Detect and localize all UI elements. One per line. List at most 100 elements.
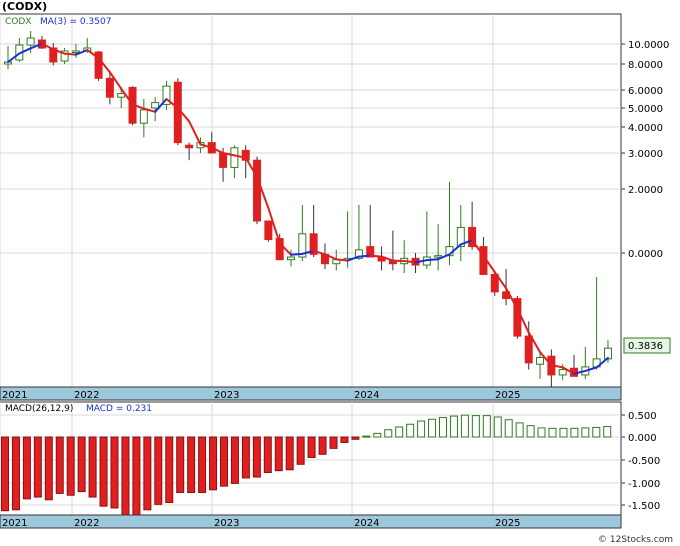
macd-bar: [384, 429, 393, 438]
last-price-label: 0.3836: [628, 341, 663, 352]
macd-bar: [581, 427, 590, 438]
ma-segment: [369, 254, 383, 258]
macd-bar: [329, 436, 338, 449]
macd-y-tick-label: 0.000: [628, 433, 657, 444]
macd-bar: [110, 436, 119, 509]
macd-bar: [88, 436, 97, 498]
ma-segment: [290, 252, 304, 256]
price-y-tick-label: 6.0000: [628, 86, 663, 97]
candle-body: [264, 220, 273, 241]
macd-bar: [1, 436, 9, 512]
macd-bar: [132, 436, 141, 517]
macd-bar: [44, 436, 53, 501]
macd-bar: [537, 427, 546, 438]
macd-bar: [154, 436, 163, 505]
date-tick-label: 2021: [2, 390, 27, 401]
price-y-tick-label: 8.0000: [628, 60, 663, 71]
macd-bar: [439, 416, 447, 438]
macd-bar: [504, 419, 513, 438]
macd-bar: [460, 414, 469, 438]
macd-bar: [526, 425, 535, 438]
macd-bar: [176, 436, 185, 494]
macd-bar: [428, 418, 437, 438]
macd-bar: [493, 416, 502, 438]
candle-body: [434, 255, 443, 258]
date-tick-label: 2023: [214, 518, 239, 529]
date-tick-label: 2022: [74, 518, 99, 529]
date-tick-label: 2025: [495, 390, 520, 401]
macd-bar: [362, 435, 371, 438]
ma-segment: [425, 258, 440, 262]
macd-bar: [285, 436, 294, 471]
date-tick-label: 2022: [74, 390, 99, 401]
macd-bar: [187, 436, 196, 494]
macd-bar: [11, 436, 20, 511]
macd-bar: [373, 432, 382, 438]
macd-bar: [548, 427, 557, 438]
ma-segment: [357, 254, 372, 258]
candle-body: [253, 159, 262, 222]
candle-body: [536, 357, 545, 365]
macd-bar: [351, 436, 360, 440]
macd-y-tick-label: 0.500: [628, 411, 657, 422]
macd-bar: [340, 436, 349, 443]
date-tick-label: 2024: [354, 390, 379, 401]
candle-body: [558, 369, 567, 376]
macd-bar: [252, 436, 261, 478]
macd-bar: [77, 436, 86, 493]
price-y-tick-label: 3.0000: [628, 149, 663, 160]
price-y-tick-label: 0.0000: [628, 249, 663, 260]
macd-bar: [241, 436, 250, 479]
macd-bar: [66, 436, 75, 496]
price-y-tick-label: 4.0000: [628, 123, 663, 134]
macd-bar: [570, 427, 579, 438]
macd-axis: 0.500 0.000 -0.500 -1.000 -1.500: [621, 411, 660, 512]
macd-bar: [307, 436, 316, 458]
macd-y-tick-label: -0.500: [628, 456, 660, 467]
candle-body: [105, 77, 114, 98]
macd-bar: [318, 436, 327, 455]
macd-bar: [471, 415, 480, 438]
macd-bar: [296, 436, 305, 465]
candle-body: [185, 144, 194, 149]
ma-segment: [403, 260, 417, 264]
chart-title: (CODX): [2, 0, 47, 13]
macd-bar: [406, 423, 415, 438]
candle-body: [117, 93, 126, 98]
macd-bar: [482, 415, 491, 438]
candle-body: [219, 152, 228, 168]
ticker-label: CODX: [5, 17, 31, 27]
macd-bar: [449, 415, 458, 438]
macd-value-label: MACD = 0.231: [86, 404, 152, 414]
macd-bar: [143, 436, 152, 511]
macd-bar: [198, 436, 207, 494]
candle-body: [139, 109, 148, 124]
stock-chart: 2021 2022 2023 2024 2025 10.0000 8.0000 6.0000…: [0, 0, 673, 545]
macd-bar: [592, 426, 601, 438]
candle-body: [287, 256, 295, 261]
macd-bar: [165, 436, 174, 504]
candle-body: [151, 102, 160, 109]
date-tick-label: 2021: [2, 518, 27, 529]
macd-bar: [230, 436, 239, 484]
macd-bar: [55, 436, 64, 494]
ma-segment: [63, 52, 77, 56]
ma-segment: [335, 258, 349, 262]
macd-bar: [209, 436, 218, 491]
price-y-tick-label: 2.0000: [628, 185, 663, 196]
macd-bar: [121, 436, 130, 516]
candle-body: [26, 37, 35, 46]
macd-bar: [22, 436, 31, 500]
macd-bar: [559, 427, 568, 438]
date-tick-label: 2025: [495, 518, 520, 529]
price-axis: 10.0000 8.0000 6.0000 5.0000 4.0000 3.0000 2.0…: [621, 40, 669, 260]
watermark: © 12Stocks.com: [598, 535, 673, 545]
macd-bar: [417, 420, 426, 438]
macd-label: MACD(26,12,9): [5, 404, 73, 414]
candle-body: [71, 50, 80, 53]
ma-label: MA(3) = 0.3507: [40, 17, 111, 27]
macd-bar: [220, 436, 228, 487]
macd-bar: [515, 422, 524, 438]
macd-bar: [33, 436, 42, 498]
candle-body: [230, 147, 239, 168]
